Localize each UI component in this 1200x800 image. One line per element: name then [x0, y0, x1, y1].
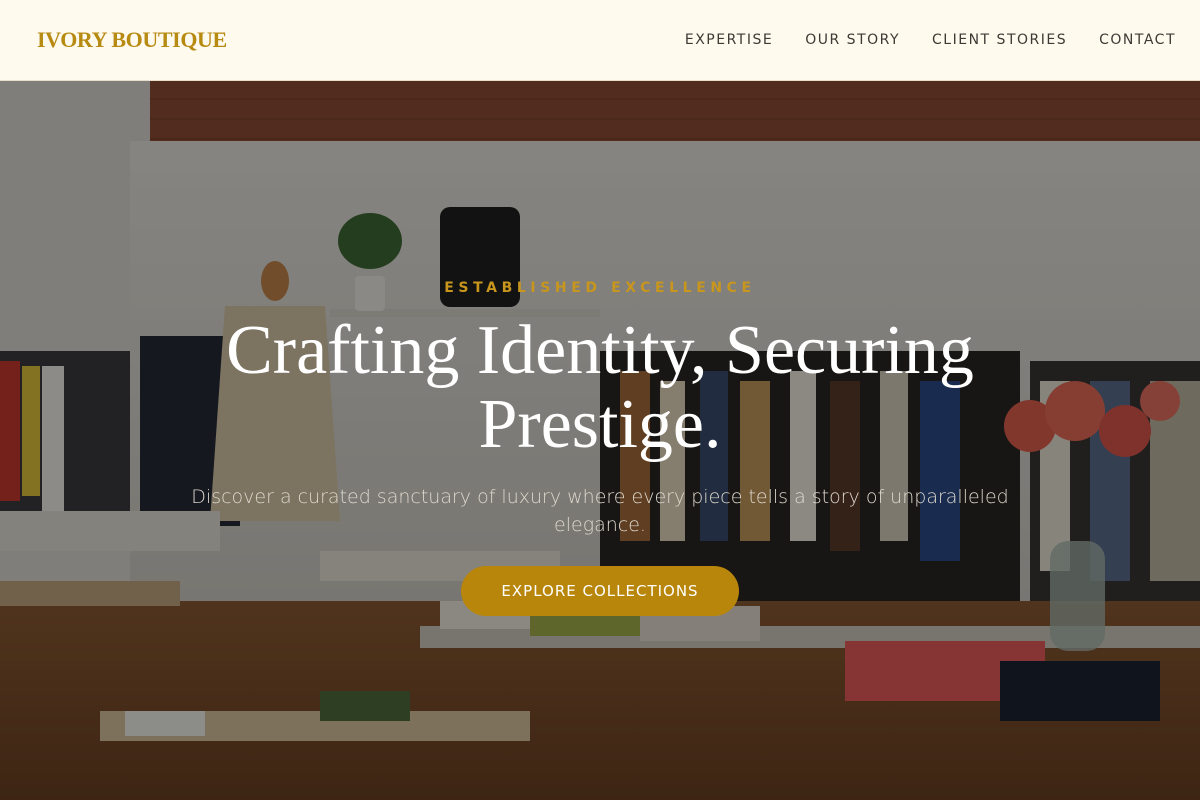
hero-section: ESTABLISHED EXCELLENCE Crafting Identity… [0, 81, 1200, 800]
nav-link-our-story[interactable]: OUR STORY [805, 32, 900, 48]
nav-link-client-stories[interactable]: CLIENT STORIES [932, 32, 1067, 48]
hero-eyebrow: ESTABLISHED EXCELLENCE [444, 280, 756, 296]
brand-logo[interactable]: IVORY BOUTIQUE [37, 27, 227, 53]
hero-subtext: Discover a curated sanctuary of luxury w… [191, 486, 1009, 536]
site-header: IVORY BOUTIQUE EXPERTISE OUR STORY CLIEN… [0, 0, 1200, 81]
hero-headline: Crafting Identity, Securing Prestige. [226, 312, 974, 463]
nav-link-contact[interactable]: CONTACT [1099, 32, 1176, 48]
main-nav: EXPERTISE OUR STORY CLIENT STORIES CONTA… [685, 32, 1176, 48]
hero-content: ESTABLISHED EXCELLENCE Crafting Identity… [0, 81, 1200, 800]
nav-link-expertise[interactable]: EXPERTISE [685, 32, 773, 48]
explore-collections-button[interactable]: EXPLORE COLLECTIONS [461, 566, 739, 616]
